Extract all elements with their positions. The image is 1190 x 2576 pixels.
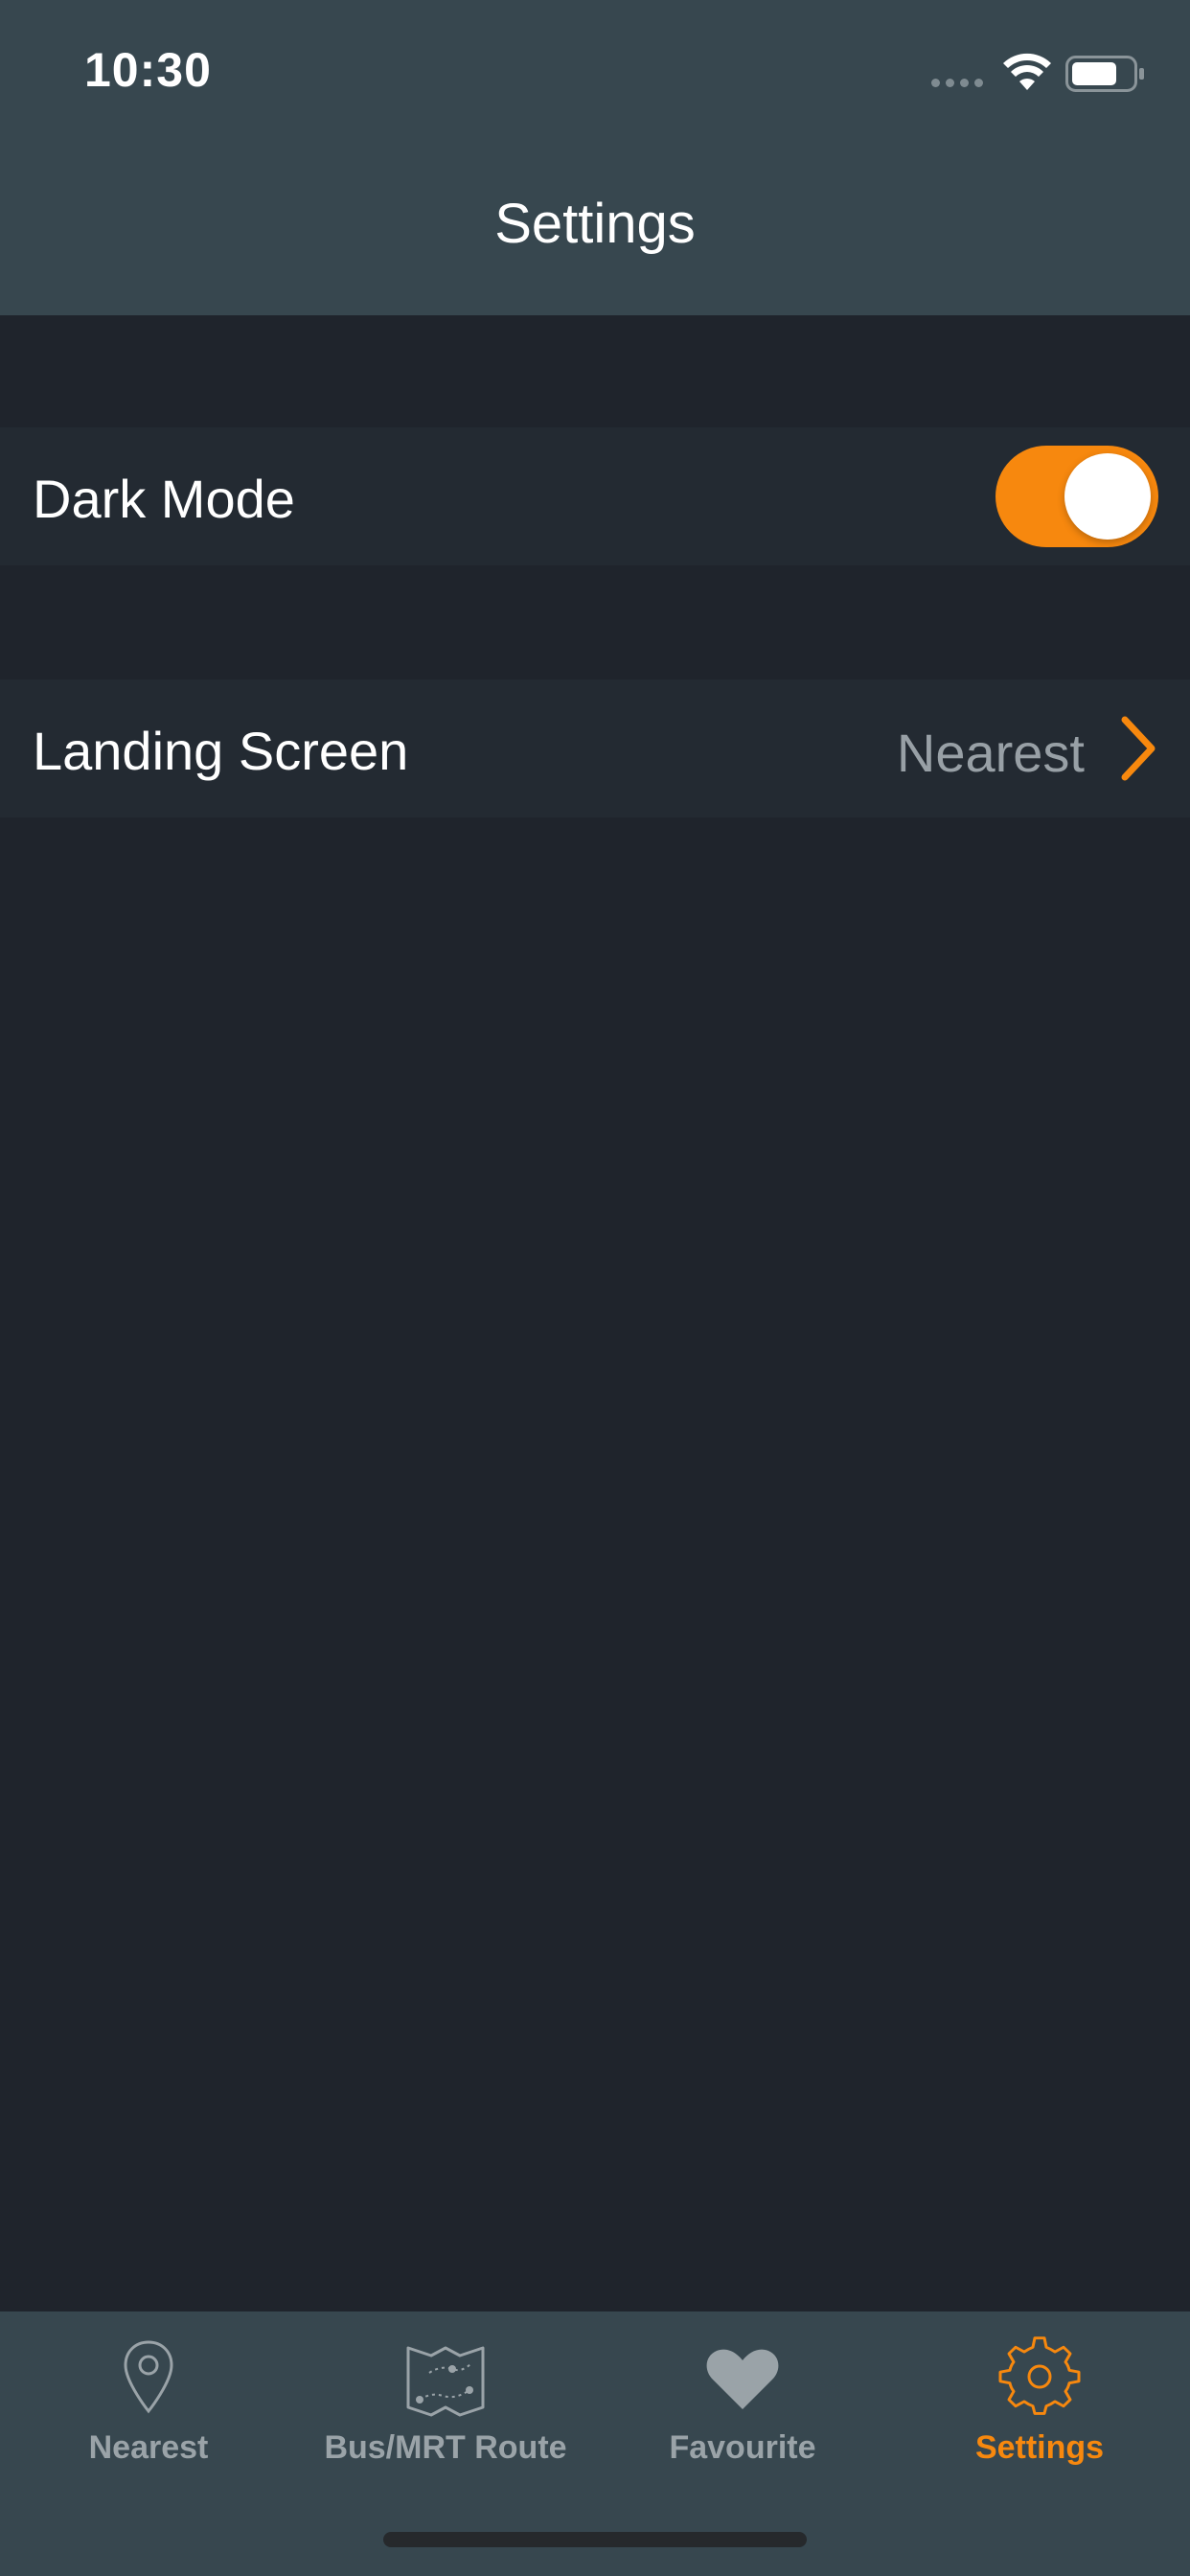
battery-icon <box>1065 56 1144 92</box>
toggle-knob <box>1064 453 1151 540</box>
signal-dots-icon <box>931 79 983 87</box>
dark-mode-row: Dark Mode <box>0 427 1190 565</box>
wifi-icon <box>1003 53 1051 90</box>
tab-settings[interactable]: Settings <box>891 2312 1188 2484</box>
tab-favourite[interactable]: Favourite <box>594 2312 891 2484</box>
location-pin-icon <box>124 2340 173 2414</box>
chevron-right-icon <box>1121 716 1156 781</box>
tab-label: Favourite <box>669 2429 816 2466</box>
tab-nearest[interactable]: Nearest <box>0 2312 297 2484</box>
tab-label: Settings <box>974 2429 1105 2466</box>
tab-bus-mrt-route[interactable]: Bus/MRT Route <box>297 2312 594 2484</box>
tab-label: Bus/MRT Route <box>324 2429 567 2466</box>
settings-screen: 10:30 Settings Dark Mode Landing Screen … <box>0 0 1190 2576</box>
landing-screen-row[interactable]: Landing Screen Nearest <box>0 679 1190 817</box>
heart-icon <box>706 2349 779 2409</box>
header: 10:30 Settings <box>0 0 1190 315</box>
route-map-icon <box>406 2346 485 2417</box>
dark-mode-label: Dark Mode <box>33 469 295 529</box>
gear-icon <box>998 2336 1081 2415</box>
status-time: 10:30 <box>84 43 212 97</box>
dark-mode-toggle[interactable] <box>995 446 1158 547</box>
landing-screen-label: Landing Screen <box>33 721 409 781</box>
home-indicator[interactable] <box>383 2532 807 2547</box>
page-title: Settings <box>494 193 696 255</box>
tab-label: Nearest <box>88 2429 209 2466</box>
landing-screen-value: Nearest <box>896 723 1085 783</box>
